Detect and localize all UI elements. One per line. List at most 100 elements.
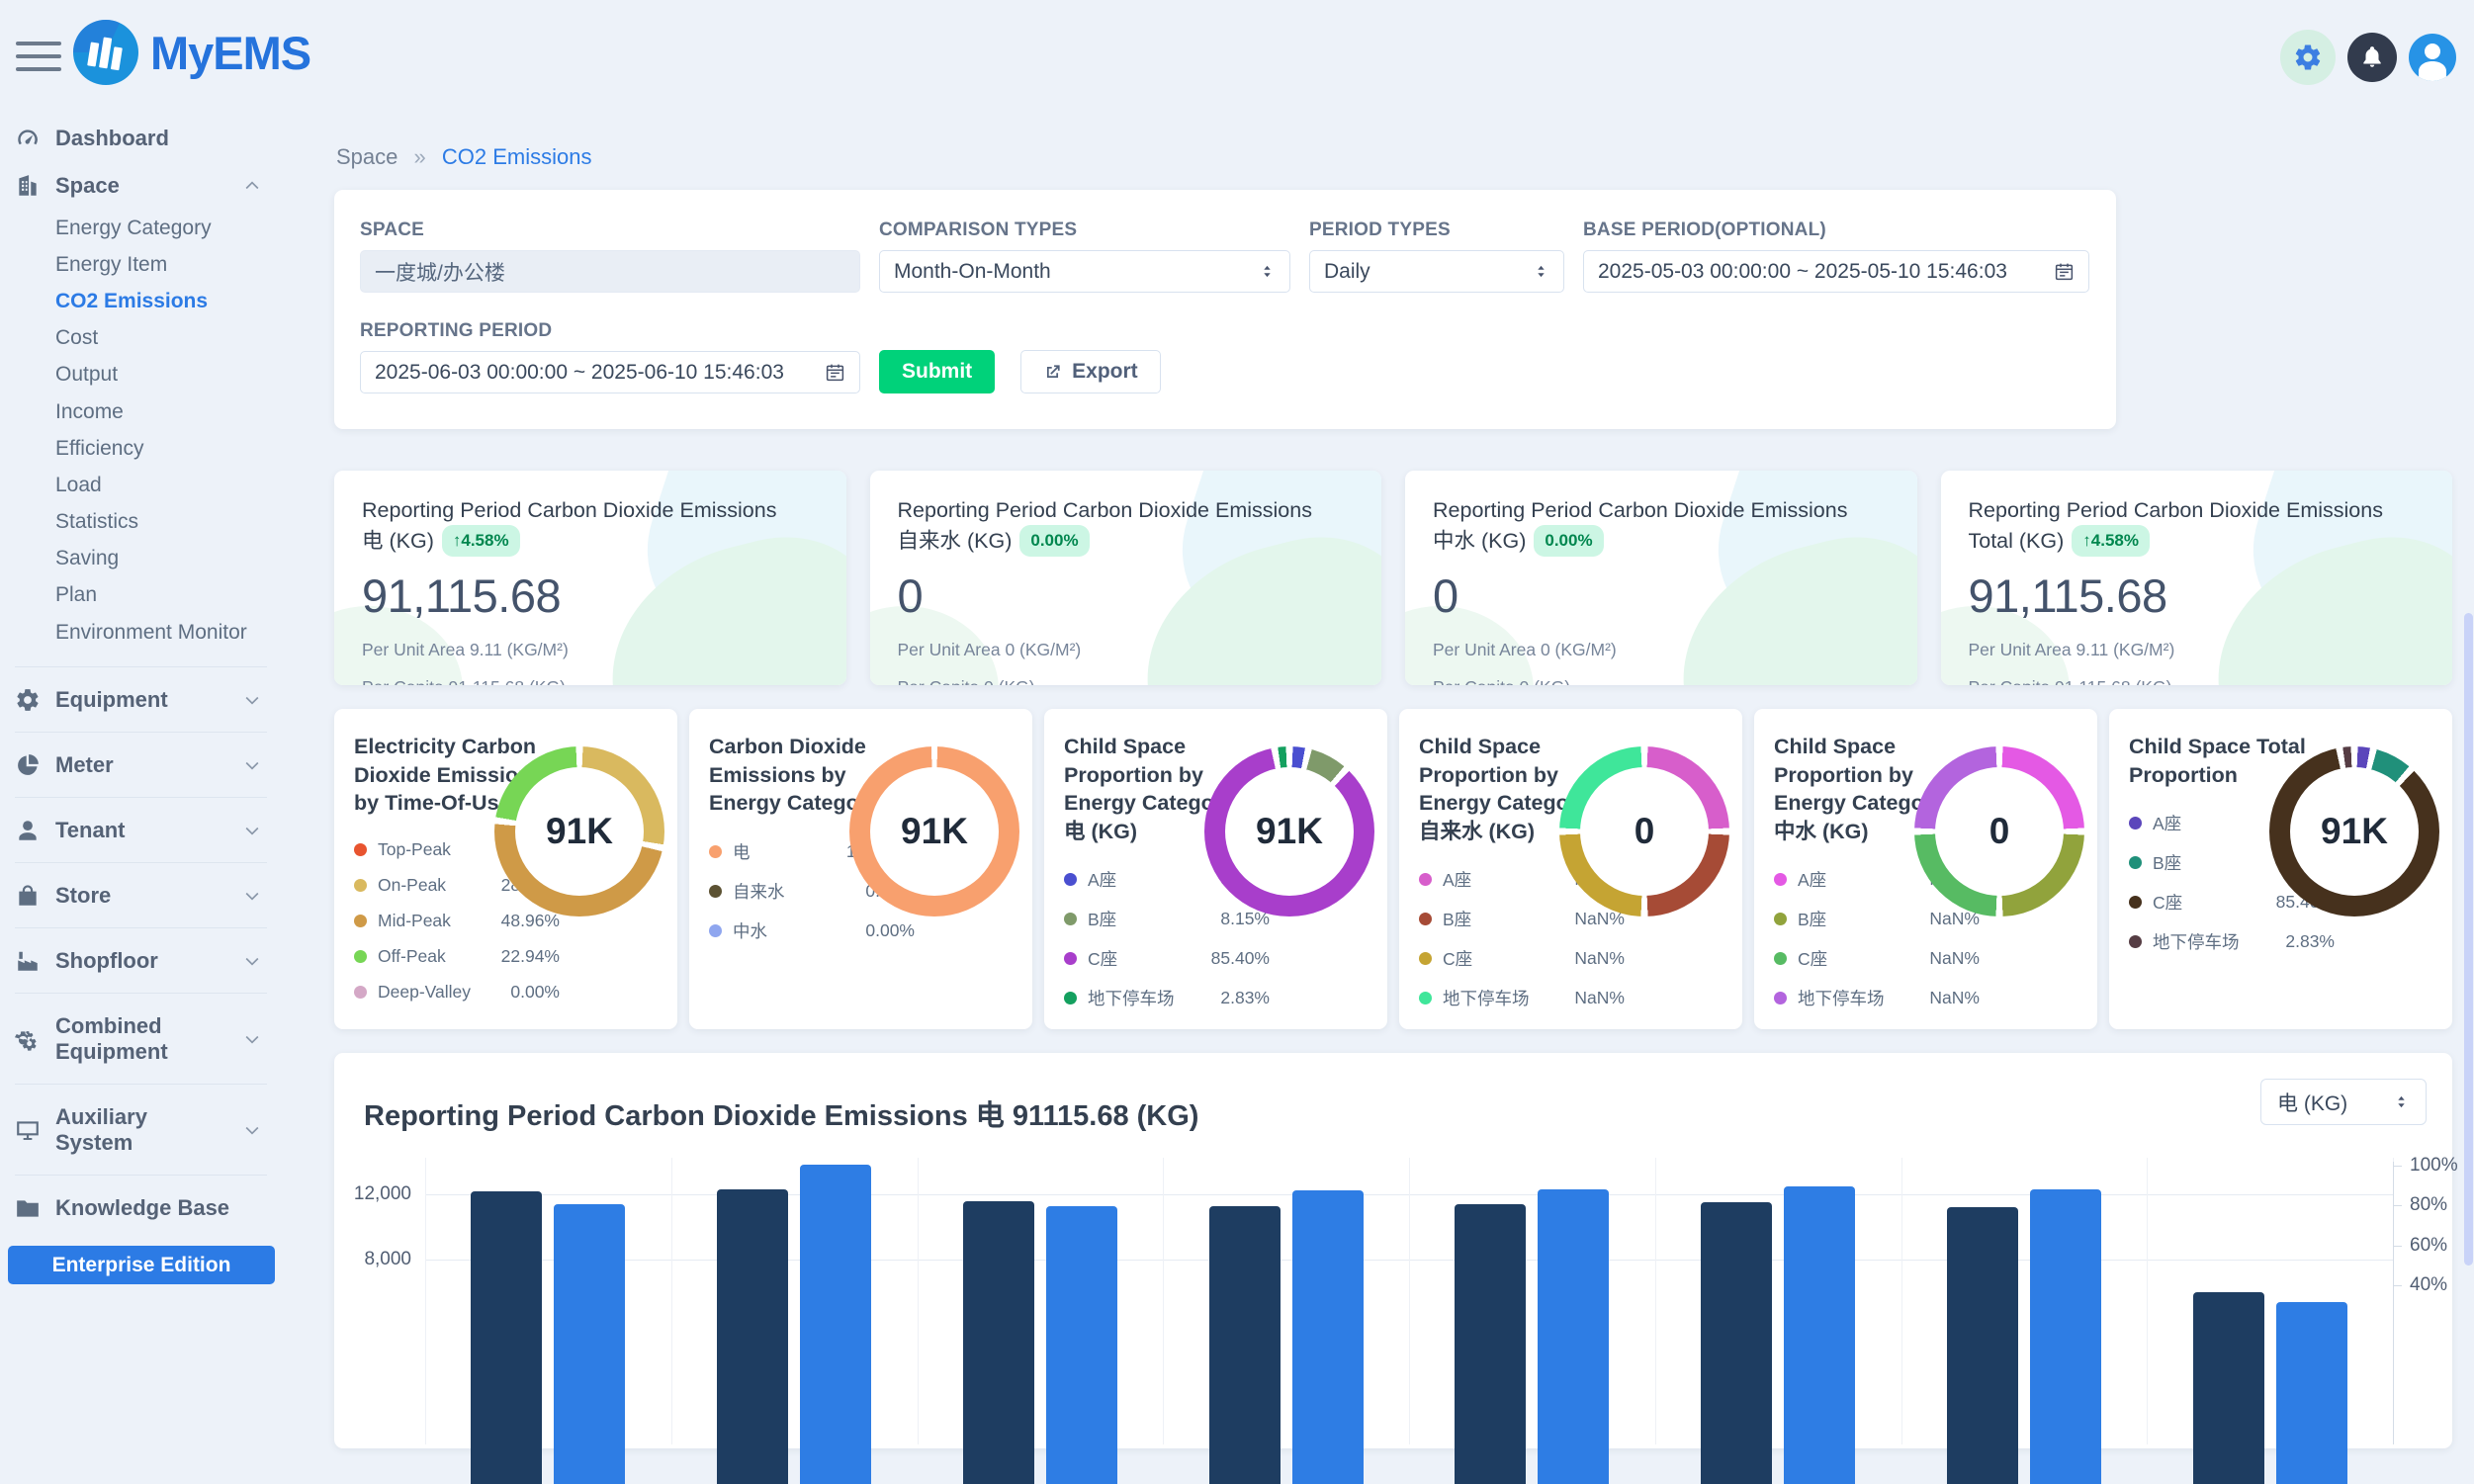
donut-chart[interactable]: 91K xyxy=(849,746,1019,917)
legend-value: NaN% xyxy=(1574,948,1625,969)
sidebar-item-combined-equipment[interactable]: Combined Equipment xyxy=(15,1003,267,1076)
legend-item-[interactable]: 地下停车场NaN% xyxy=(1774,986,1980,1010)
gear-icon[interactable] xyxy=(2280,30,2336,85)
stat-per-unit-area: Per Unit Area 0 (KG/M²) xyxy=(898,640,1355,660)
legend-item-mid-peak[interactable]: Mid-Peak48.96% xyxy=(354,911,560,931)
base-period-input[interactable]: 2025-05-03 00:00:00 ~ 2025-05-10 15:46:0… xyxy=(1583,250,2089,293)
legend-item-[interactable]: 地下停车场NaN% xyxy=(1419,986,1625,1010)
legend-item-[interactable]: 地下停车场2.83% xyxy=(1064,986,1270,1010)
sidebar-subitem-environment-monitor[interactable]: Environment Monitor xyxy=(55,614,282,651)
stat-per-unit-area: Per Unit Area 9.11 (KG/M²) xyxy=(1969,640,2426,660)
sidebar-item-label: Auxiliary System xyxy=(55,1104,227,1156)
legend-item-c[interactable]: C座85.40% xyxy=(1064,946,1270,971)
building-icon xyxy=(15,173,41,199)
user-avatar-icon[interactable] xyxy=(2409,34,2456,81)
legend-dot xyxy=(1419,873,1432,886)
sidebar-subitem-plan[interactable]: Plan xyxy=(55,577,282,614)
base-period-label: BASE PERIOD(OPTIONAL) xyxy=(1583,219,2089,241)
donut-chart[interactable]: 91K xyxy=(2269,746,2439,917)
legend-dot xyxy=(1064,992,1077,1004)
main-content: Space » CO2 Emissions SPACE 一度城/办公楼 COMP… xyxy=(282,111,2474,1261)
donut-center-value: 0 xyxy=(1635,811,1655,852)
donut-chart[interactable]: 0 xyxy=(1559,746,1729,917)
scrollbar-thumb[interactable] xyxy=(2464,613,2473,1266)
sidebar-subitem-energy-category[interactable]: Energy Category xyxy=(55,210,282,246)
sidebar-subitem-load[interactable]: Load xyxy=(55,467,282,503)
period-types-label: PERIOD TYPES xyxy=(1309,219,1564,241)
sidebar-subitem-output[interactable]: Output xyxy=(55,357,282,393)
sidebar-item-knowledge-base[interactable]: Knowledge Base xyxy=(15,1184,267,1232)
legend-label: 地下停车场 xyxy=(1088,986,1175,1010)
legend-item-b[interactable]: B座NaN% xyxy=(1419,907,1625,931)
bell-icon[interactable] xyxy=(2347,33,2397,82)
legend-item-[interactable]: 中水0.00% xyxy=(709,918,915,943)
submit-button[interactable]: Submit xyxy=(879,350,995,393)
sidebar-item-meter[interactable]: Meter xyxy=(15,742,267,789)
sidebar-subitem-saving[interactable]: Saving xyxy=(55,541,282,577)
reporting-period-input[interactable]: 2025-06-03 00:00:00 ~ 2025-06-10 15:46:0… xyxy=(360,351,860,393)
stat-per-capita: Per Capita 0 (KG) xyxy=(898,677,1355,685)
comparison-types-select[interactable]: Month-On-Month xyxy=(879,250,1290,293)
sidebar-item-equipment[interactable]: Equipment xyxy=(15,676,267,724)
period-types-select[interactable]: Daily xyxy=(1309,250,1564,293)
logo-mark-icon xyxy=(73,20,138,85)
y-axis-tick-label: 8,000 xyxy=(364,1249,411,1270)
sidebar-subitem-cost[interactable]: Cost xyxy=(55,320,282,357)
sidebar-subitem-co2-emissions[interactable]: CO2 Emissions xyxy=(55,283,282,319)
legend-item-[interactable]: 地下停车场2.83% xyxy=(2129,929,2335,954)
donut-center: 91K xyxy=(2290,767,2419,896)
gauge-icon xyxy=(15,126,41,151)
unit-select[interactable]: 电 (KG) xyxy=(2260,1079,2427,1125)
sidebar-item-space[interactable]: Space xyxy=(0,162,282,210)
bar-reporting-period-4 xyxy=(1292,1190,1364,1484)
export-button[interactable]: Export xyxy=(1020,350,1161,393)
sidebar-item-auxiliary-system[interactable]: Auxiliary System xyxy=(15,1093,267,1167)
sidebar-subitem-efficiency[interactable]: Efficiency xyxy=(55,430,282,467)
sidebar-item-shopfloor[interactable]: Shopfloor xyxy=(15,937,267,985)
sidebar-item-store[interactable]: Store xyxy=(15,872,267,919)
sidebar-group-dashboard: Dashboard xyxy=(0,115,282,162)
bar-reporting-period-5 xyxy=(1538,1189,1609,1484)
donut-chart[interactable]: 91K xyxy=(494,746,664,917)
legend-item-b[interactable]: B座8.15% xyxy=(1064,907,1270,931)
brand-logo[interactable]: MyEMS xyxy=(73,20,310,85)
space-input[interactable]: 一度城/办公楼 xyxy=(360,250,860,293)
stat-card-2: Reporting Period Carbon Dioxide Emission… xyxy=(870,471,1382,685)
chevron-down-icon xyxy=(242,755,262,775)
chevron-up-icon xyxy=(242,176,262,196)
legend-dot xyxy=(1419,992,1432,1004)
legend-label: 地下停车场 xyxy=(2153,929,2240,954)
legend-item-off-peak[interactable]: Off-Peak22.94% xyxy=(354,946,560,967)
legend-label: B座 xyxy=(1443,907,1471,931)
enterprise-edition-button[interactable]: Enterprise Edition xyxy=(8,1246,275,1284)
legend-dot xyxy=(354,879,367,892)
sidebar: Dashboard Space Energy CategoryEnergy Item… xyxy=(0,111,282,1261)
bar-reporting-period-7 xyxy=(2030,1189,2101,1484)
sidebar-item-dashboard[interactable]: Dashboard xyxy=(0,115,282,162)
base-period-field-group: BASE PERIOD(OPTIONAL) 2025-05-03 00:00:0… xyxy=(1583,219,2089,293)
legend-item-b[interactable]: B座NaN% xyxy=(1774,907,1980,931)
breadcrumb-current[interactable]: CO2 Emissions xyxy=(442,144,592,169)
legend-dot xyxy=(1774,992,1787,1004)
brand-name: MyEMS xyxy=(150,26,310,80)
legend-dot xyxy=(354,843,367,856)
menu-icon[interactable] xyxy=(16,42,61,71)
stat-card-value: 91,115.68 xyxy=(362,568,819,623)
sidebar-subitem-income[interactable]: Income xyxy=(55,393,282,430)
sidebar-subitem-statistics[interactable]: Statistics xyxy=(55,504,282,541)
donut-chart[interactable]: 0 xyxy=(1914,746,2084,917)
donut-card-3: Child Space Proportion by Energy Categor… xyxy=(1044,709,1387,1029)
change-badge: ↑4.58% xyxy=(2072,525,2150,557)
sidebar-item-tenant[interactable]: Tenant xyxy=(15,807,267,854)
sidebar-subitem-energy-item[interactable]: Energy Item xyxy=(55,246,282,283)
legend-item-c[interactable]: C座NaN% xyxy=(1774,946,1980,971)
legend-item-c[interactable]: C座NaN% xyxy=(1419,946,1625,971)
bar-reporting-period-6 xyxy=(1784,1186,1855,1484)
legend-dot xyxy=(1064,952,1077,965)
sidebar-item-label: Space xyxy=(55,173,120,199)
bar-chart-plot[interactable]: 12,0008,000100%80%60%40% xyxy=(425,1148,2393,1444)
breadcrumb-parent: Space xyxy=(336,144,398,169)
legend-item-deep-valley[interactable]: Deep-Valley0.00% xyxy=(354,982,560,1003)
donut-card-4: Child Space Proportion by Energy Categor… xyxy=(1399,709,1742,1029)
donut-chart[interactable]: 91K xyxy=(1204,746,1374,917)
